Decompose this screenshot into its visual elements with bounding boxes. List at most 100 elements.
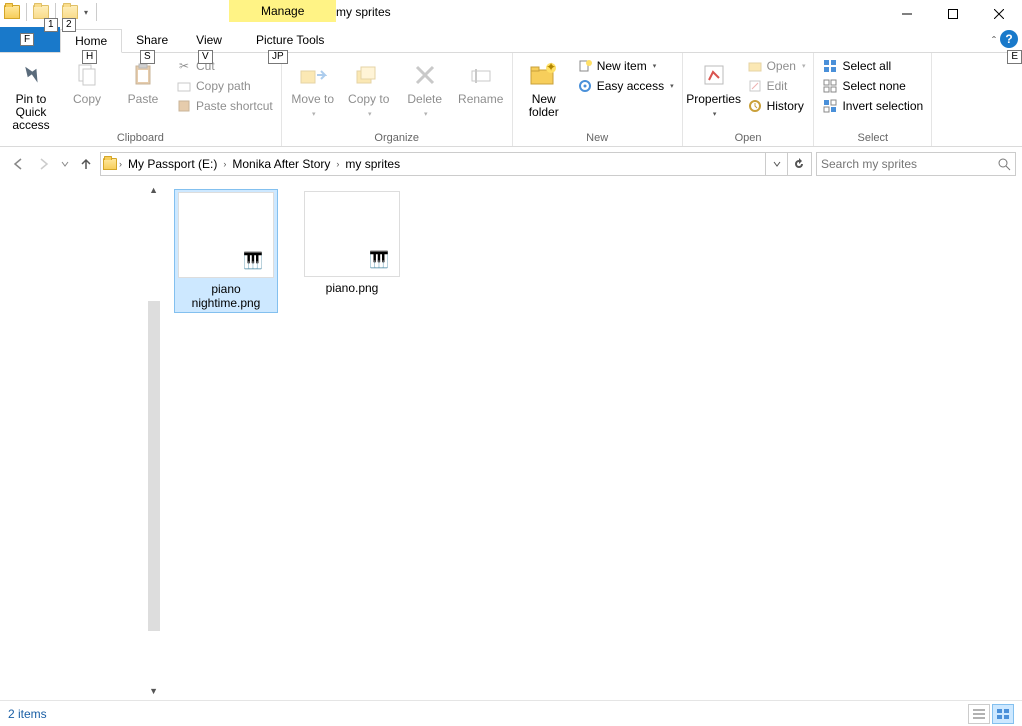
content-area: ▲ ▼ 🎹 piano nightime.png 🎹 piano.png — [0, 181, 1022, 700]
group-new: ✦ New folder New item▾ Easy access▾ New — [513, 53, 683, 146]
delete-button[interactable]: Delete▾ — [400, 55, 450, 121]
file-item[interactable]: 🎹 piano nightime.png — [174, 189, 278, 313]
new-folder-icon: ✦ — [528, 59, 560, 91]
button-label: Edit — [767, 79, 788, 93]
cut-button[interactable]: ✂Cut — [174, 57, 275, 75]
move-to-icon — [297, 59, 329, 91]
app-icon — [4, 5, 20, 19]
context-tab-manage[interactable]: Manage — [229, 0, 336, 22]
address-dropdown[interactable] — [765, 153, 787, 175]
copy-path-button[interactable]: Copy path — [174, 77, 275, 95]
address-bar[interactable]: › My Passport (E:) › Monika After Story … — [100, 152, 812, 176]
navigation-pane[interactable]: ▲ ▼ — [0, 181, 160, 700]
group-label: Clipboard — [6, 132, 275, 146]
collapse-ribbon-button[interactable]: ˆ — [992, 34, 996, 48]
file-name: piano nightime.png — [177, 282, 275, 310]
search-icon[interactable] — [997, 157, 1011, 171]
open-button[interactable]: Open▾ — [745, 57, 808, 75]
move-to-button[interactable]: Move to ▾ — [288, 55, 338, 121]
group-label: Open — [689, 132, 808, 146]
key-tip: V — [198, 50, 213, 64]
maximize-button[interactable] — [930, 0, 976, 28]
file-thumbnail: 🎹 — [304, 191, 400, 277]
pin-quick-access-button[interactable]: Pin to Quick access — [6, 55, 56, 132]
button-label: Select none — [842, 79, 905, 93]
open-icon — [747, 58, 763, 74]
edit-button[interactable]: Edit — [745, 77, 808, 95]
file-name: piano.png — [326, 281, 379, 295]
file-item[interactable]: 🎹 piano.png — [300, 189, 404, 297]
button-label: Delete▾ — [407, 93, 442, 121]
file-pane[interactable]: 🎹 piano nightime.png 🎹 piano.png — [160, 181, 1022, 700]
recent-dropdown[interactable] — [58, 152, 72, 176]
scroll-up-button[interactable]: ▲ — [149, 185, 158, 195]
svg-text:✦: ✦ — [546, 62, 556, 74]
scrollbar-thumb[interactable] — [148, 301, 160, 631]
up-button[interactable] — [74, 152, 98, 176]
button-label: Pin to Quick access — [6, 93, 56, 132]
refresh-button[interactable] — [787, 153, 809, 175]
rename-button[interactable]: Rename — [456, 55, 506, 106]
search-input[interactable] — [821, 157, 997, 171]
back-button[interactable] — [6, 152, 30, 176]
breadcrumb-segment[interactable]: My Passport (E:) — [124, 157, 221, 171]
qat-separator — [26, 3, 27, 21]
piano-icon: 🎹 — [369, 250, 389, 270]
key-tip: H — [82, 50, 97, 64]
key-tip: JP — [268, 50, 288, 64]
breadcrumb-segment[interactable]: my sprites — [341, 157, 404, 171]
scroll-down-button[interactable]: ▼ — [149, 686, 158, 696]
group-open: Properties▾ Open▾ Edit History Open — [683, 53, 815, 146]
chevron-right-icon[interactable]: › — [223, 159, 226, 169]
tab-label: Home — [75, 34, 107, 48]
select-all-icon — [822, 58, 838, 74]
copy-to-button[interactable]: Copy to ▾ — [344, 55, 394, 121]
button-label: Rename — [458, 93, 503, 106]
paste-shortcut-button[interactable]: Paste shortcut — [174, 97, 275, 115]
pin-icon — [15, 59, 47, 91]
button-label: History — [767, 99, 804, 113]
window-title: my sprites — [336, 5, 391, 19]
copy-to-icon — [353, 59, 385, 91]
select-none-button[interactable]: Select none — [820, 77, 925, 95]
chevron-right-icon[interactable]: › — [336, 159, 339, 169]
button-label: Open — [767, 59, 796, 73]
view-toggles — [968, 704, 1014, 724]
share-tab[interactable]: Share — [122, 28, 182, 52]
tab-label: Picture Tools — [256, 33, 324, 47]
help-button[interactable]: ? — [1000, 30, 1018, 48]
delete-icon — [409, 59, 441, 91]
invert-selection-icon — [822, 98, 838, 114]
invert-selection-button[interactable]: Invert selection — [820, 97, 925, 115]
group-label: Select — [820, 132, 925, 146]
easy-access-button[interactable]: Easy access▾ — [575, 77, 676, 95]
button-label: Paste — [128, 93, 159, 106]
group-clipboard: Pin to Quick access Copy Paste ✂Cut Copy… — [0, 53, 282, 146]
breadcrumb-segment[interactable]: Monika After Story — [228, 157, 334, 171]
search-box[interactable] — [816, 152, 1016, 176]
forward-button[interactable] — [32, 152, 56, 176]
minimize-button[interactable] — [884, 0, 930, 28]
close-button[interactable] — [976, 0, 1022, 28]
copy-path-icon — [176, 78, 192, 94]
select-all-button[interactable]: Select all — [820, 57, 925, 75]
group-select: Select all Select none Invert selection … — [814, 53, 932, 146]
view-tab[interactable]: View — [182, 28, 236, 52]
folder-icon — [103, 158, 117, 170]
history-button[interactable]: History — [745, 97, 808, 115]
tab-label: View — [196, 33, 222, 47]
details-view-button[interactable] — [968, 704, 990, 724]
qat-dropdown[interactable]: ▾ — [82, 8, 90, 17]
button-label: Move to ▾ — [288, 93, 338, 121]
properties-button[interactable]: Properties▾ — [689, 55, 739, 121]
qat-item-2[interactable] — [62, 5, 78, 19]
group-organize: Move to ▾ Copy to ▾ Delete▾ Rename Organ… — [282, 53, 513, 146]
new-item-button[interactable]: New item▾ — [575, 57, 676, 75]
button-label: Paste shortcut — [196, 99, 273, 113]
qat-item-1[interactable] — [33, 5, 49, 19]
icons-view-button[interactable] — [992, 704, 1014, 724]
picture-tools-tab[interactable]: Picture Tools — [242, 28, 338, 52]
new-folder-button[interactable]: ✦ New folder — [519, 55, 569, 119]
chevron-right-icon[interactable]: › — [119, 159, 122, 169]
ribbon: Pin to Quick access Copy Paste ✂Cut Copy… — [0, 53, 1022, 147]
